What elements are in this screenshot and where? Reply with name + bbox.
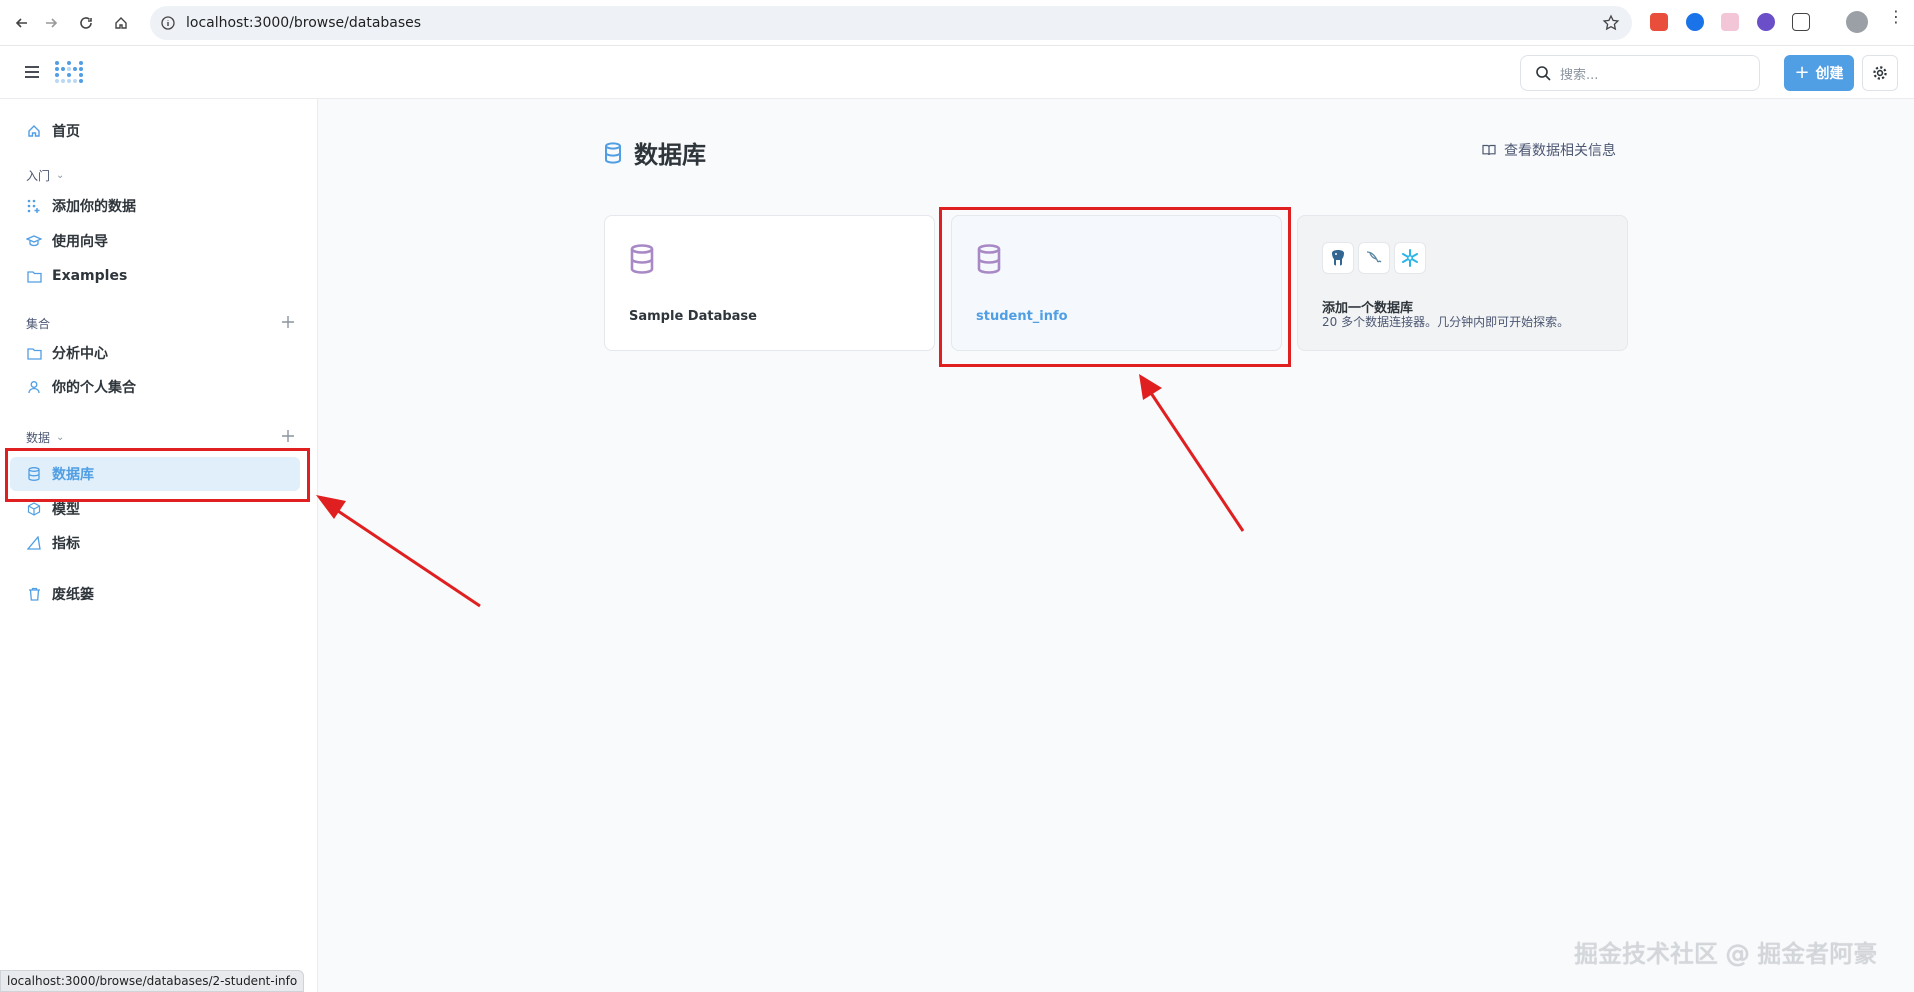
section-collections: 集合 (26, 315, 50, 332)
section-data[interactable]: 数据 ⌄ (26, 429, 64, 446)
extension-icon-blue[interactable] (1686, 13, 1704, 31)
search-input[interactable]: 搜索... (1520, 55, 1760, 91)
sidebar-item-label: 模型 (52, 502, 80, 518)
metabase-logo-icon[interactable] (54, 60, 84, 86)
folder-icon (26, 268, 42, 284)
snowflake-icon (1394, 242, 1426, 274)
add-data-plus-icon[interactable] (280, 428, 296, 444)
bookmark-star-icon[interactable] (1602, 14, 1620, 32)
metric-icon (26, 535, 42, 551)
section-label: 入门 (26, 169, 51, 183)
search-icon (1536, 66, 1551, 81)
site-info-icon[interactable] (160, 15, 176, 31)
sidebar-item-label: 指标 (52, 536, 80, 552)
sidebar: 首页 入门 ⌄ 添加你的数据 使用向导 Examples 集合 分析中心 你的个… (0, 99, 318, 992)
highlight-box-card (939, 207, 1291, 367)
browser-toolbar: localhost:3000/browse/databases ⋮ (0, 0, 1914, 46)
sidebar-item-home[interactable]: 首页 (10, 114, 300, 148)
sidebar-item-label: 分析中心 (52, 346, 108, 362)
hamburger-menu-icon[interactable] (24, 65, 40, 79)
plus-icon: + (1794, 62, 1810, 83)
create-button[interactable]: + 创建 (1784, 55, 1854, 91)
learn-about-data-link[interactable]: 查看数据相关信息 (1482, 140, 1616, 160)
gear-icon (1873, 66, 1887, 80)
postgres-icon (1322, 242, 1354, 274)
sidebar-item-label: 添加你的数据 (52, 199, 136, 215)
add-data-icon (26, 198, 42, 214)
sidebar-item-analytics[interactable]: 分析中心 (10, 336, 300, 370)
create-label: 创建 (1815, 66, 1844, 82)
home-icon[interactable] (108, 10, 134, 36)
chevron-down-icon: ⌄ (56, 432, 65, 443)
search-placeholder: 搜索... (1560, 67, 1599, 83)
database-card-sample[interactable]: Sample Database (604, 215, 935, 351)
database-icon (630, 244, 654, 274)
extension-icon-red[interactable] (1650, 13, 1668, 31)
add-collection-plus-icon[interactable] (280, 314, 296, 330)
trash-icon (26, 586, 42, 602)
status-link-preview: localhost:3000/browse/databases/2-studen… (0, 970, 305, 992)
database-name: Sample Database (629, 309, 757, 324)
arrow-to-card (1139, 374, 1245, 532)
person-icon (26, 379, 42, 395)
forward-icon[interactable] (38, 10, 64, 36)
page-title: 数据库 (604, 135, 706, 170)
learn-link-text[interactable]: 查看数据相关信息 (1504, 140, 1616, 160)
sidebar-item-metrics[interactable]: 指标 (10, 526, 300, 560)
watermark-text: 掘金技术社区 @ 掘金者阿豪 (1574, 940, 1878, 968)
book-icon (1482, 144, 1496, 156)
arrow-to-sidebar (316, 495, 481, 608)
graduation-cap-icon (26, 233, 42, 249)
sidebar-item-trash[interactable]: 废纸篓 (10, 577, 300, 611)
sidebar-item-label: 首页 (52, 124, 80, 140)
section-label: 数据 (26, 431, 51, 445)
add-database-card[interactable]: 添加一个数据库 20 多个数据连接器。几分钟内即可开始探索。 (1297, 215, 1628, 351)
mysql-icon (1358, 242, 1390, 274)
extension-icon-purple[interactable] (1757, 13, 1775, 31)
add-database-description: 20 多个数据连接器。几分钟内即可开始探索。 (1322, 315, 1570, 329)
home-icon (26, 123, 42, 139)
back-icon[interactable] (9, 10, 35, 36)
sidebar-item-label: 使用向导 (52, 234, 108, 250)
section-label: 集合 (26, 317, 51, 331)
profile-avatar-icon[interactable] (1846, 11, 1868, 33)
settings-button[interactable] (1862, 55, 1898, 91)
url-text[interactable]: localhost:3000/browse/databases (186, 15, 421, 31)
sidebar-item-tutorial[interactable]: 使用向导 (10, 224, 300, 258)
browser-menu-icon[interactable]: ⋮ (1888, 9, 1904, 32)
extensions-puzzle-icon[interactable] (1792, 13, 1810, 31)
folder-icon (26, 345, 42, 361)
sidebar-item-add-data[interactable]: 添加你的数据 (10, 189, 300, 223)
address-bar[interactable]: localhost:3000/browse/databases (150, 6, 1632, 40)
page-title-text: 数据库 (634, 141, 706, 169)
reload-icon[interactable] (73, 10, 99, 36)
section-getting-started[interactable]: 入门 ⌄ (26, 167, 64, 184)
sidebar-item-personal-collection[interactable]: 你的个人集合 (10, 370, 300, 404)
database-icon (605, 141, 621, 164)
sidebar-item-label: 你的个人集合 (52, 380, 136, 396)
app-header: 搜索... + 创建 (0, 46, 1914, 99)
cube-icon (26, 501, 42, 517)
sidebar-item-label: 废纸篓 (52, 587, 94, 603)
sidebar-item-label: Examples (52, 268, 128, 284)
sidebar-item-examples[interactable]: Examples (10, 259, 300, 293)
extension-icon-pink[interactable] (1721, 13, 1739, 31)
chevron-down-icon: ⌄ (56, 170, 65, 181)
highlight-box-sidebar (5, 448, 310, 502)
